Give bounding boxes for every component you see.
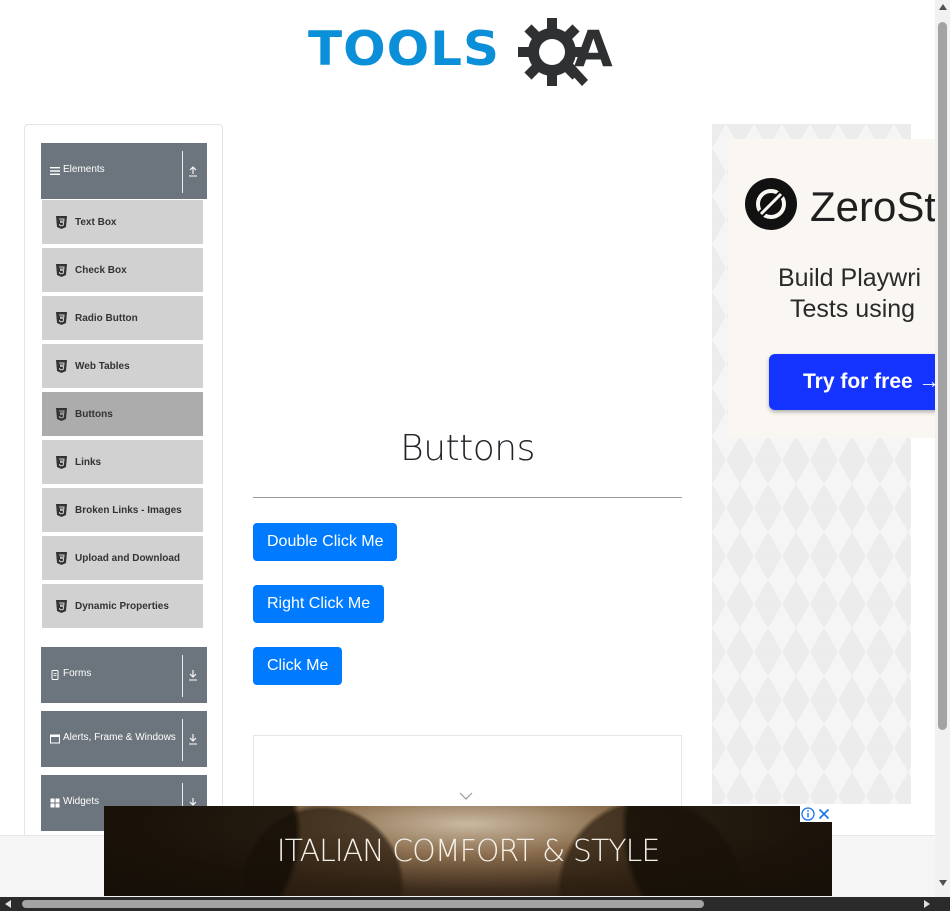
group-divider xyxy=(182,655,183,697)
right-click-button[interactable]: Right Click Me xyxy=(253,585,385,623)
bottom-ad-text: ITALIAN COMFORT & STYLE xyxy=(276,834,661,869)
html5-icon xyxy=(56,264,67,277)
menu-item-check-box[interactable]: Check Box xyxy=(42,248,203,294)
document-icon xyxy=(51,670,59,680)
browser-viewport: TOOLS A Elements Text Box Check Box Radi… xyxy=(0,0,935,897)
menu-item-dynamic-properties[interactable]: Dynamic Properties xyxy=(42,584,203,630)
chevron-down-icon[interactable] xyxy=(458,791,474,801)
scroll-up-arrow-icon[interactable] xyxy=(939,4,947,10)
menu-item-buttons[interactable]: Buttons xyxy=(42,392,203,438)
close-ad-icon[interactable] xyxy=(816,806,832,822)
horizontal-scrollbar[interactable] xyxy=(0,897,950,911)
menu-item-upload-and-download[interactable]: Upload and Download xyxy=(42,536,203,582)
menu-item-links[interactable]: Links xyxy=(42,440,203,486)
zerostep-logo-icon xyxy=(745,178,797,230)
side-ad-brand: ZeroSt xyxy=(810,183,935,230)
menu-item-label: Buttons xyxy=(75,409,113,420)
html5-icon xyxy=(56,504,67,517)
toolsqa-logo[interactable]: TOOLS A xyxy=(308,14,633,90)
group-divider xyxy=(182,151,183,193)
menu-item-label: Radio Button xyxy=(75,313,138,324)
side-ad-headline-line2: Tests using xyxy=(790,295,916,323)
expand-arrow-icon[interactable] xyxy=(188,732,198,746)
html5-icon xyxy=(56,312,67,325)
expand-arrow-icon[interactable] xyxy=(188,668,198,682)
menu-item-label: Upload and Download xyxy=(75,553,180,564)
group-label: Alerts, Frame & Windows xyxy=(63,732,176,743)
title-divider xyxy=(253,497,682,498)
side-ad-headline-line1: Build Playwri xyxy=(778,264,922,292)
menu-item-label: Broken Links - Images xyxy=(75,505,182,516)
html5-icon xyxy=(56,600,67,613)
html5-icon xyxy=(56,552,67,565)
menu-item-radio-button[interactable]: Radio Button xyxy=(42,296,203,342)
group-header-alerts-frame-windows[interactable]: Alerts, Frame & Windows xyxy=(41,711,207,767)
scroll-left-arrow-icon[interactable] xyxy=(5,900,11,908)
group-label: Forms xyxy=(63,668,92,679)
scroll-down-arrow-icon[interactable] xyxy=(939,880,947,886)
group-header-elements[interactable]: Elements xyxy=(41,143,207,199)
scroll-right-arrow-icon[interactable] xyxy=(924,900,930,908)
double-click-button[interactable]: Double Click Me xyxy=(253,523,398,561)
try-for-free-button[interactable]: Try for free → xyxy=(769,354,935,410)
click-me-button[interactable]: Click Me xyxy=(253,647,343,685)
html5-icon xyxy=(56,408,67,421)
html5-icon xyxy=(56,360,67,373)
menu-item-broken-links-images[interactable]: Broken Links - Images xyxy=(42,488,203,534)
adchoices-icon[interactable] xyxy=(800,806,816,822)
horizontal-scrollbar-thumb[interactable] xyxy=(22,900,704,908)
hamburger-icon xyxy=(50,167,60,175)
html5-icon xyxy=(56,216,67,229)
menu-item-label: Dynamic Properties xyxy=(75,601,169,612)
logo-text-a: A xyxy=(574,20,614,78)
html5-icon xyxy=(56,456,67,469)
menu-item-web-tables[interactable]: Web Tables xyxy=(42,344,203,390)
group-label: Elements xyxy=(63,164,105,175)
side-ad-headline: Build Playwri Tests using xyxy=(778,263,935,325)
group-label: Widgets xyxy=(63,796,100,807)
group-header-forms[interactable]: Forms xyxy=(41,647,207,703)
menu-item-label: Check Box xyxy=(75,265,127,276)
scrollbar-corner xyxy=(935,897,950,911)
menu-item-label: Links xyxy=(75,457,102,468)
vertical-scrollbar[interactable] xyxy=(935,0,950,897)
menu-item-label: Text Box xyxy=(75,217,117,228)
grid-icon xyxy=(50,798,60,808)
window-icon xyxy=(50,734,60,744)
menu-item-text-box[interactable]: Text Box xyxy=(42,200,203,246)
side-ad[interactable]: ZeroSt Build Playwri Tests using Try for… xyxy=(728,139,935,438)
logo-text-tools: TOOLS xyxy=(308,21,500,77)
collapse-arrow-icon[interactable] xyxy=(188,164,198,178)
bottom-ad-banner[interactable]: ITALIAN COMFORT & STYLE xyxy=(104,806,832,896)
page-title: Buttons xyxy=(400,428,535,469)
group-divider xyxy=(182,719,183,761)
left-panel: Elements Text Box Check Box Radio Button… xyxy=(24,124,223,844)
vertical-scrollbar-thumb[interactable] xyxy=(938,22,947,730)
menu-item-label: Web Tables xyxy=(75,361,130,372)
